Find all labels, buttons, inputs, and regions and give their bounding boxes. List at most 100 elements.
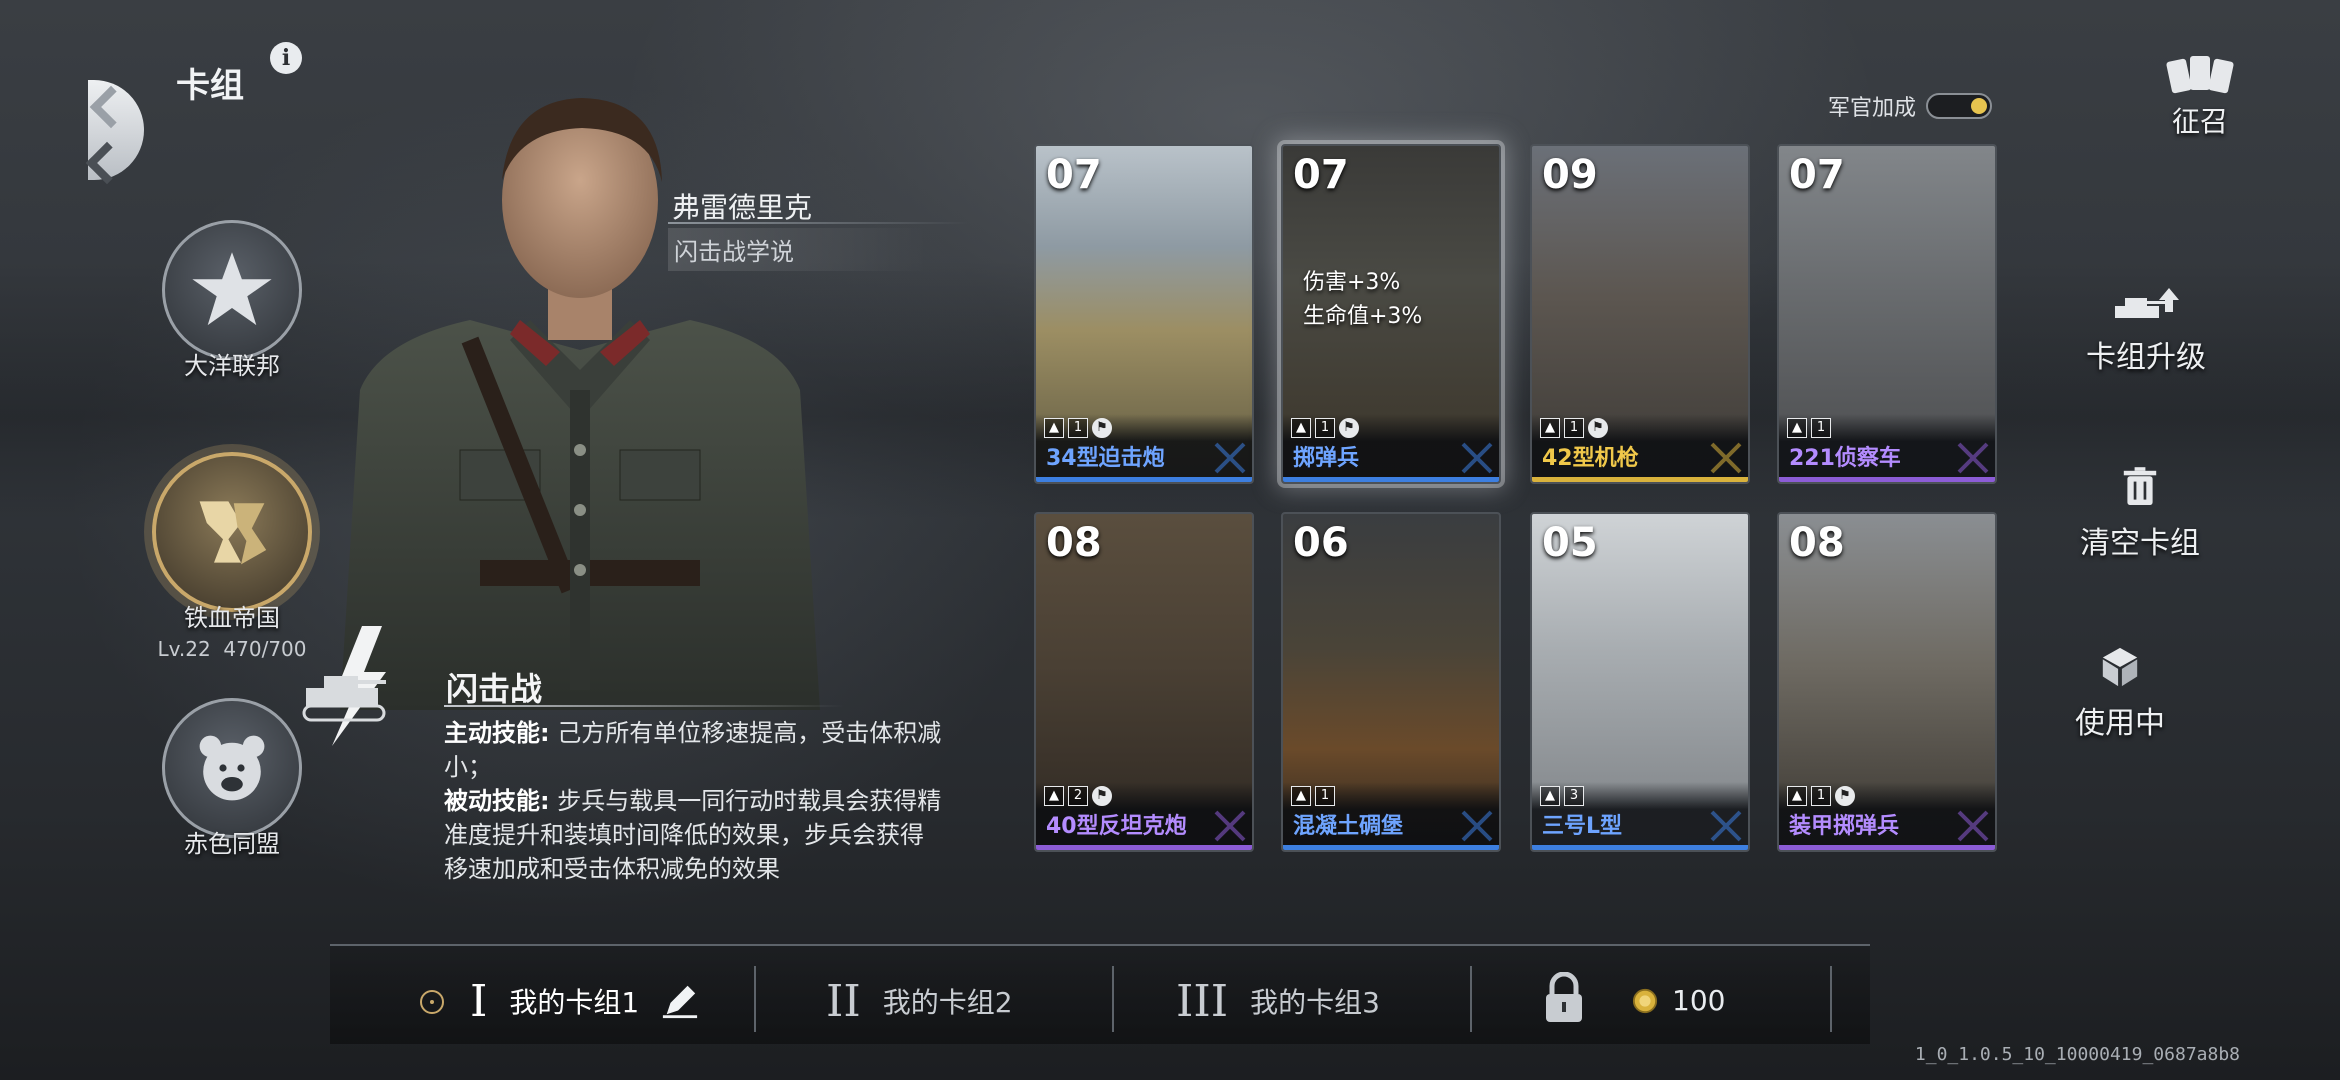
crossed-tools-icon: [1461, 442, 1493, 474]
crossed-tools-icon: [1710, 810, 1742, 842]
faction-ocean-federation[interactable]: 大洋联邦: [132, 220, 332, 381]
game-screen: 卡组 i 大洋联邦 铁血帝国 Lv.22 470/700 赤色同盟 弗雷德里克 …: [0, 0, 2340, 1080]
skill-title-divider: [444, 705, 844, 707]
deck-card[interactable]: 07 ▲ 1 ⚑ 34型迫击炮: [1034, 144, 1254, 484]
deck-card[interactable]: 08 ▲ 1 ⚑ 装甲掷弹兵: [1777, 512, 1997, 852]
in-use-button[interactable]: 使用中: [2030, 642, 2210, 742]
recruit-button[interactable]: 征召: [2110, 54, 2290, 140]
tank-icon: ▲: [1540, 786, 1560, 806]
officer-doctrine: 闪击战学说: [668, 228, 928, 271]
deck-tab-numeral: III: [1176, 975, 1229, 1027]
officer-bonus-toggle[interactable]: [1926, 93, 1993, 119]
armored-car-icon: ▲: [1787, 418, 1807, 438]
officer-bonus-toggle-group: 军官加成: [1828, 90, 1993, 122]
deck-tab-label: 我的卡组2: [882, 986, 1013, 1019]
tab-divider: [754, 966, 756, 1032]
card-rarity-bar: [1779, 477, 1995, 482]
active-skill-label: 主动技能:: [444, 719, 550, 747]
card-badges: ▲ 1: [1291, 786, 1335, 806]
card-name: 装甲掷弹兵: [1789, 814, 1900, 839]
lock-icon: [1546, 971, 1582, 1022]
recruit-label: 征召: [2171, 105, 2228, 138]
deck-card[interactable]: 07 伤害+3% 生命值+3% ▲ 1 ⚑ 掷弹兵: [1281, 144, 1501, 484]
passive-skill-label: 被动技能:: [444, 787, 550, 815]
clear-deck-button[interactable]: 清空卡组: [2050, 462, 2230, 562]
card-badges: ▲ 1 ⚑: [1787, 786, 1855, 806]
card-count: 3: [1564, 786, 1584, 806]
deck-tab-label: 我的卡组1: [509, 986, 640, 1019]
card-name: 三号L型: [1542, 814, 1623, 839]
clear-deck-label: 清空卡组: [2080, 526, 2200, 561]
deck-card[interactable]: 06 ▲ 1 混凝土碉堡: [1281, 512, 1501, 852]
card-count: 2: [1068, 786, 1088, 806]
faction-name: 铁血帝国: [184, 604, 280, 632]
deck-upgrade-label: 卡组升级: [2086, 340, 2206, 375]
lion-emblem-icon: [152, 452, 312, 612]
deck-card[interactable]: 08 ▲ 2 ⚑ 40型反坦克炮: [1034, 512, 1254, 852]
card-badges: ▲ 3: [1540, 786, 1584, 806]
deck-card[interactable]: 09 ▲ 1 ⚑ 42型机枪: [1530, 144, 1750, 484]
card-count: 1: [1068, 418, 1088, 438]
card-badges: ▲ 1: [1787, 418, 1831, 438]
card-rarity-bar: [1283, 477, 1499, 482]
armored-infantry-icon: ▲: [1787, 786, 1807, 806]
card-rarity-bar: [1036, 477, 1252, 482]
trash-icon: [2115, 462, 2165, 512]
crossed-tools-icon: [1214, 810, 1246, 842]
tank-upgrade-icon: [2111, 286, 2181, 326]
card-name: 42型机枪: [1542, 446, 1639, 471]
flag-icon: ⚑: [1092, 786, 1112, 806]
infantry-icon: ▲: [1291, 418, 1311, 438]
faction-name: 大洋联邦: [184, 352, 280, 380]
card-count: 1: [1811, 418, 1831, 438]
deck-tab-2[interactable]: II 我的卡组2: [826, 975, 1013, 1027]
deck-card[interactable]: 05 ▲ 3 三号L型: [1530, 512, 1750, 852]
star-emblem-icon: [162, 220, 302, 360]
target-icon: [420, 990, 444, 1014]
deck-tab-1[interactable]: I 我的卡组1: [470, 976, 699, 1027]
card-cost: 05: [1542, 520, 1598, 566]
crossed-tools-icon: [1710, 442, 1742, 474]
deck-tab-numeral: II: [826, 975, 861, 1027]
currency-amount: 100: [1672, 984, 1726, 1017]
card-cost: 08: [1789, 520, 1845, 566]
officer-portrait: [340, 98, 820, 710]
crossed-tools-icon: [1957, 442, 1989, 474]
card-cost: 09: [1542, 152, 1598, 198]
card-name: 40型反坦克炮: [1046, 814, 1187, 839]
card-cost: 07: [1046, 152, 1102, 198]
card-badges: ▲ 1 ⚑: [1044, 418, 1112, 438]
machine-gun-icon: ▲: [1540, 418, 1560, 438]
version-label: 1_0_1.0.5_10_10000419_0687a8b8: [1914, 1044, 2240, 1065]
card-rarity-bar: [1036, 845, 1252, 850]
flag-icon: ⚑: [1835, 786, 1855, 806]
officer-bonus-label: 军官加成: [1828, 96, 1917, 121]
crossed-tools-icon: [1214, 442, 1246, 474]
deck-tab-bar: I 我的卡组1 II 我的卡组2 III 我的卡组3 100: [330, 944, 1870, 1044]
page-title: 卡组: [176, 66, 244, 106]
officer-name-divider: [668, 222, 968, 224]
edit-pen-icon[interactable]: [661, 982, 699, 1020]
deck-tab-3[interactable]: III 我的卡组3: [1176, 975, 1380, 1027]
currency-display: 100: [1632, 984, 1725, 1017]
card-count: 1: [1564, 418, 1584, 438]
card-badges: ▲ 1 ⚑: [1291, 418, 1359, 438]
card-count: 1: [1315, 418, 1335, 438]
card-rarity-bar: [1532, 845, 1748, 850]
deck-upgrade-button[interactable]: 卡组升级: [2056, 286, 2236, 376]
level-text: Lv.22: [157, 637, 211, 661]
card-cost: 06: [1293, 520, 1349, 566]
mortar-icon: ▲: [1044, 418, 1064, 438]
card-rarity-bar: [1779, 845, 1995, 850]
info-icon[interactable]: i: [270, 42, 302, 74]
crossed-tools-icon: [1461, 810, 1493, 842]
card-count: 1: [1315, 786, 1335, 806]
faction-name: 赤色同盟: [184, 830, 280, 858]
back-button[interactable]: [85, 40, 148, 185]
tab-divider: [1112, 966, 1114, 1032]
xp-text: 470/700: [223, 637, 307, 661]
locked-deck-slot[interactable]: [1542, 971, 1586, 1024]
tab-divider: [1470, 966, 1472, 1032]
deck-card[interactable]: 07 ▲ 1 221侦察车: [1777, 144, 1997, 484]
skill-description: 主动技能: 己方所有单位移速提高，受击体积减小； 被动技能: 步兵与载具一同行动…: [444, 716, 944, 886]
